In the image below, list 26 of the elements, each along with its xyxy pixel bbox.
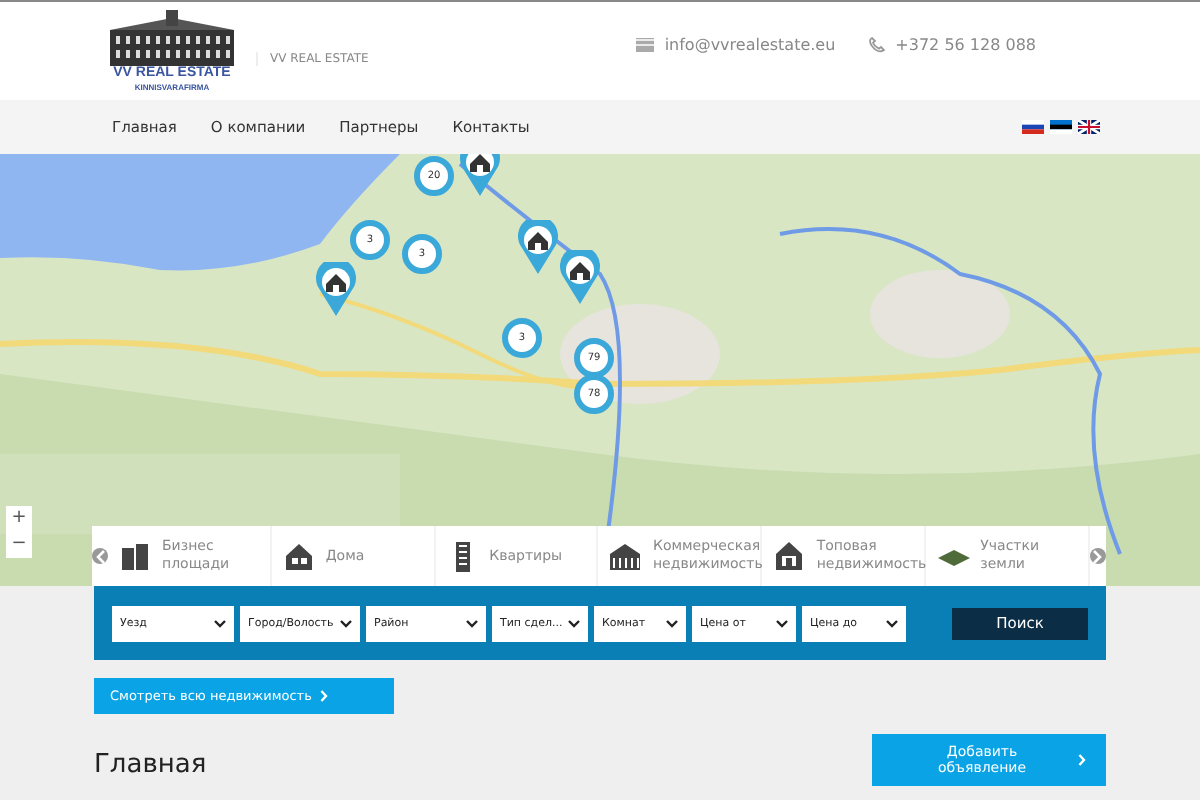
chevron-icon — [1078, 754, 1086, 766]
flag-icon[interactable] — [1050, 120, 1072, 134]
caret-icon — [214, 619, 226, 627]
caret-icon — [466, 619, 478, 627]
flag-icon[interactable] — [1078, 120, 1100, 134]
buildings-icon — [120, 541, 152, 571]
phone-number: +372 56 128 088 — [895, 36, 1036, 54]
house-icon — [283, 541, 316, 571]
caret-icon — [666, 619, 678, 627]
house-icon — [610, 541, 643, 571]
previous-button[interactable] — [92, 548, 108, 564]
house-icon — [774, 541, 807, 571]
mail-icon — [636, 38, 655, 52]
house-pin-icon[interactable] — [316, 262, 356, 318]
caret-icon — [776, 619, 788, 627]
house-pin-icon[interactable] — [560, 250, 600, 306]
phone-icon — [867, 36, 886, 54]
flag-icon[interactable] — [1022, 120, 1044, 134]
page-heading: Главная — [94, 750, 207, 780]
email-link[interactable]: info@vvrealestate.eu — [664, 36, 836, 54]
caret-icon — [340, 619, 352, 627]
chevron-icon — [319, 690, 328, 702]
house-pin-icon[interactable] — [460, 154, 500, 198]
house-pin-icon[interactable] — [518, 220, 558, 276]
caret-icon — [886, 619, 898, 627]
caret-icon — [568, 619, 580, 627]
